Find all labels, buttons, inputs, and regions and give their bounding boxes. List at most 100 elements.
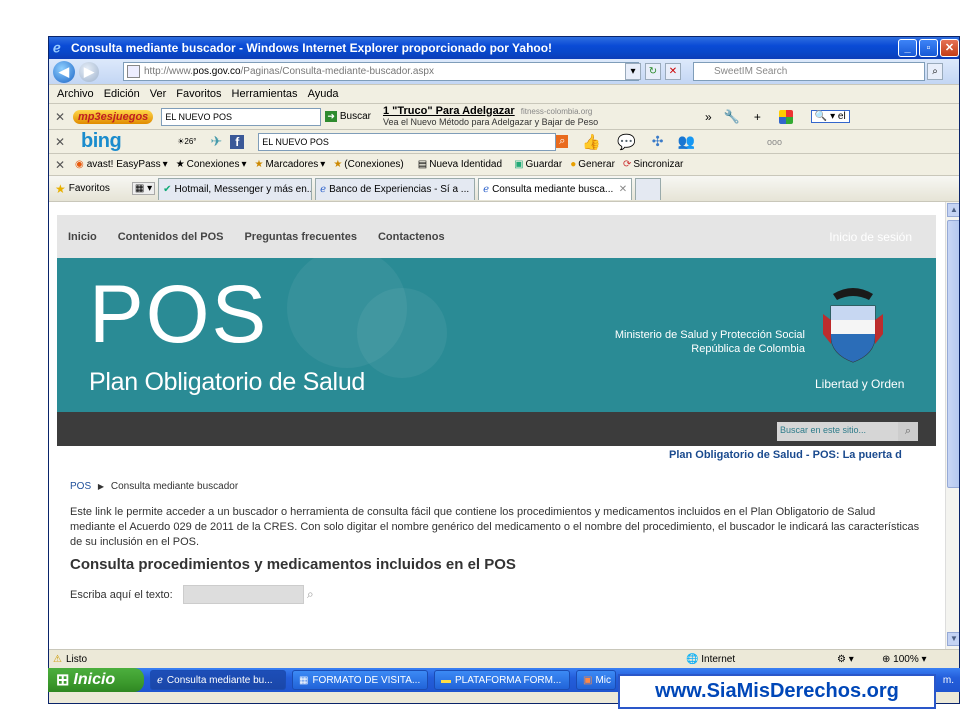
task-plataforma[interactable]: ▬ PLATAFORMA FORM... [434,670,570,690]
minimize-button[interactable]: _ [898,39,917,57]
breadcrumb-arrow-icon: ▶ [97,482,105,491]
menu-archivo[interactable]: Archivo [57,88,94,100]
search-engine-icon[interactable]: 🔍 ▾ el [810,110,850,123]
toolbar-avast: ✕ ◉ avast! EasyPass ▾ ★ Conexiones ▾ ★ Mar… [49,154,959,176]
facebook-icon[interactable]: f [230,134,245,149]
nueva-identidad[interactable]: Nueva Identidad [429,159,502,170]
tab-banco-experiencias[interactable]: ℯ Banco de Experiencias - Sí a ... [315,177,476,200]
task-formato[interactable]: ▦ FORMATO DE VISITA... [292,670,428,690]
forward-button[interactable]: ▶ [79,61,99,82]
task-mic[interactable]: ▣ Mic [576,670,616,690]
window-title: Consulta mediante buscador - Windows Int… [71,41,553,55]
stop-icon[interactable]: ✕ [665,63,681,80]
vertical-scrollbar[interactable]: ▲ ▼ [945,202,959,649]
login-link[interactable]: Inicio de sesión [829,230,912,244]
friends-icon[interactable]: 👥 [678,133,695,150]
motto: Libertad y Orden [815,377,905,391]
title-bar: ℯ Consulta mediante buscador - Windows I… [49,37,959,59]
tab-hotmail[interactable]: ✔ Hotmail, Messenger y más en... [158,177,313,200]
weather-temp: 26° [184,137,197,146]
protected-mode-icon[interactable]: ⚙ ▾ [837,654,854,665]
coat-of-arms-icon [823,288,883,363]
conexiones-paren[interactable]: (Conexiones) [344,159,403,170]
conexiones-menu[interactable]: Conexiones [187,159,240,170]
nav-preguntas[interactable]: Preguntas frecuentes [244,231,356,243]
guardar[interactable]: Guardar [526,159,563,170]
sync-icon: ⟳ [622,159,632,170]
address-bar[interactable]: http://www.pos.gov.co/Paginas/Consulta-m… [123,62,639,81]
wrench-icon[interactable]: 🔧 [724,109,740,125]
share-icon[interactable]: ✣ [652,133,664,150]
menu-ayuda[interactable]: Ayuda [308,88,339,100]
bing-search-input[interactable]: EL NUEVO POS [258,132,557,151]
menu-favoritos[interactable]: Favoritos [176,88,221,100]
refresh-icon[interactable]: ↻ [645,63,661,80]
toolbar1-search-input[interactable]: EL NUEVO POS [161,107,322,126]
ad-block[interactable]: 1 "Truco" Para Adelgazar fitness-colombi… [383,106,645,128]
toolbar-overflow-icon[interactable]: » [705,110,712,124]
tab-consulta[interactable]: ℯ Consulta mediante busca... ✕ [478,177,633,200]
task-consulta[interactable]: ℯ Consulta mediante bu... [150,670,286,690]
quick-tabs-icon[interactable]: ▦ ▾ [131,182,156,195]
address-dropdown-button[interactable]: ▾ [625,63,641,80]
favorites-button[interactable]: Favoritos [69,183,110,194]
bing-search-icon[interactable]: ⌕ [556,135,569,148]
close-toolbar-icon[interactable]: ✕ [51,110,69,124]
ad-text: Vea el Nuevo Método para Adelgazar y Baj… [382,116,599,127]
conexiones-icon: ★ [175,159,185,170]
favorites-star-icon: ★ [55,181,66,196]
generar[interactable]: Generar [578,159,615,170]
buscar-button[interactable]: Buscar [340,111,371,122]
close-tab-icon[interactable]: ✕ [619,184,627,195]
clock-tail: m. [942,674,954,686]
nav-contenidos[interactable]: Contenidos del POS [118,231,224,243]
nav-inicio[interactable]: Inicio [68,231,97,243]
decor-circle [357,288,447,378]
intro-paragraph: Este link le permite acceder a un buscad… [70,506,920,548]
close-avast-toolbar-icon[interactable]: ✕ [51,158,69,172]
weather-icon[interactable]: ☀26° [177,137,196,146]
window-controls: _ ▫ ✕ [898,39,959,57]
hero-title: POS [89,269,269,360]
maximize-button[interactable]: ▫ [919,39,938,57]
breadcrumb: POS ▶ Consulta mediante buscador [70,481,238,492]
menu-herramientas[interactable]: Herramientas [232,88,298,100]
query-search-icon[interactable]: ⌕ [307,587,314,602]
zoom-control[interactable]: ⊕ 100% ▾ [882,654,927,665]
search-go-icon[interactable]: ⌕ [927,63,943,80]
sincronizar[interactable]: Sincronizar [633,159,683,170]
nav-contactenos[interactable]: Contactenos [378,231,445,243]
menu-edicion[interactable]: Edición [104,88,140,100]
close-button[interactable]: ✕ [940,39,959,57]
menu-ver[interactable]: Ver [150,88,167,100]
ppt-icon: ▣ [583,674,593,686]
start-button[interactable]: ⊞ Inicio [48,668,144,692]
marcadores-menu[interactable]: Marcadores [265,159,318,170]
ad-title[interactable]: 1 "Truco" Para Adelgazar [383,106,515,117]
new-tab-button[interactable] [635,177,662,200]
scroll-thumb[interactable] [947,220,959,488]
folder-icon: ▬ [441,674,451,686]
browser-window: ℯ Consulta mediante buscador - Windows I… [48,36,960,704]
generate-icon: ● [570,159,577,170]
breadcrumb-root[interactable]: POS [70,481,91,492]
send-icon[interactable]: ✈ [211,133,223,150]
add-icon[interactable]: + [754,110,761,124]
star-icon: ★ [254,159,264,170]
search-box[interactable]: SweetIM Search [693,62,925,81]
avast-easypass[interactable]: avast! EasyPass [87,159,161,170]
scroll-up-icon[interactable]: ▲ [947,203,959,217]
scroll-down-icon[interactable]: ▼ [947,632,959,646]
chat-icon[interactable]: 💬 [617,133,636,151]
page-content: Inicio Contenidos del POS Preguntas frec… [49,202,945,649]
close-bing-toolbar-icon[interactable]: ✕ [51,135,69,149]
back-button[interactable]: ◀ [53,60,75,83]
thumbs-up-icon[interactable]: 👍 [582,133,601,151]
colors-icon[interactable] [778,109,797,124]
site-search-icon[interactable]: ⌕ [898,422,918,441]
query-input[interactable] [183,585,304,604]
ie-task-icon: ℯ [157,674,163,686]
site-search-input[interactable]: Buscar en este sitio... [777,422,918,441]
menu-bar: Archivo Edición Ver Favoritos Herramient… [49,85,959,104]
more-icon[interactable]: ooo [767,137,782,147]
